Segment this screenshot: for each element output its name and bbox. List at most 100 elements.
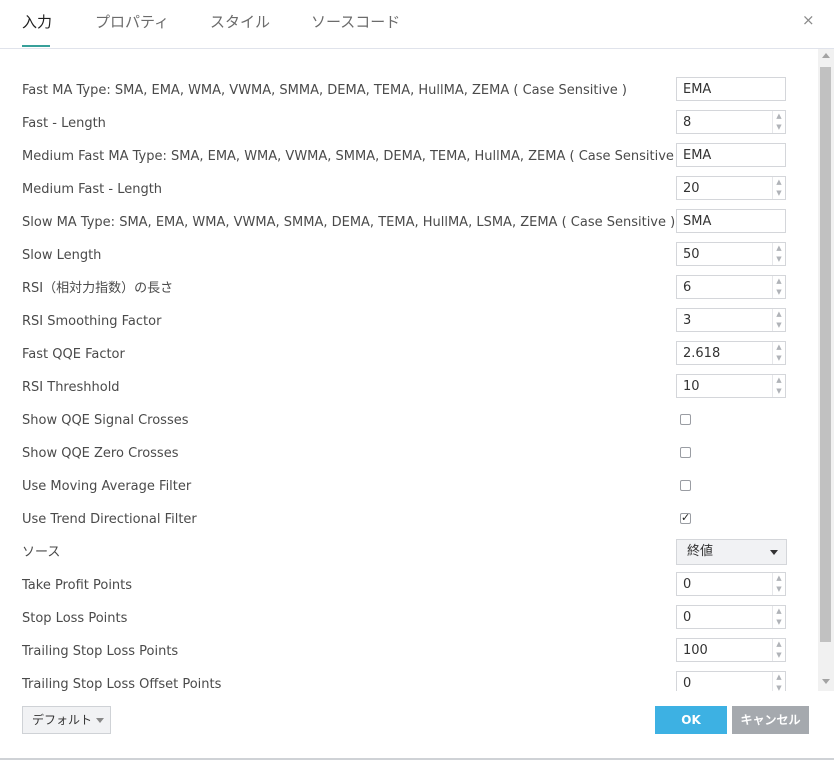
input-value: 0 xyxy=(683,577,692,592)
chevron-down-icon xyxy=(96,718,104,723)
number-stepper[interactable]: ▲ ▼ xyxy=(772,672,785,691)
input-value: 0 xyxy=(683,676,692,691)
cancel-button[interactable]: キャンセル xyxy=(732,706,809,734)
number-input[interactable]: 8 ▲ ▼ xyxy=(676,110,786,134)
scrollbar-thumb[interactable] xyxy=(820,67,831,642)
checkbox[interactable] xyxy=(680,480,691,491)
input-label: Medium Fast MA Type: SMA, EMA, WMA, VWMA… xyxy=(22,149,684,164)
input-value: 50 xyxy=(683,247,700,262)
number-stepper[interactable]: ▲ ▼ xyxy=(772,375,785,397)
scroll-up-icon[interactable] xyxy=(822,53,830,58)
number-stepper[interactable]: ▲ ▼ xyxy=(772,606,785,628)
text-input[interactable]: SMA xyxy=(676,209,786,233)
input-row: Show QQE Signal Crosses xyxy=(0,404,818,437)
stepper-down-icon[interactable]: ▼ xyxy=(773,188,785,199)
number-input[interactable]: 50 ▲ ▼ xyxy=(676,242,786,266)
number-stepper[interactable]: ▲ ▼ xyxy=(772,342,785,364)
input-row: Medium Fast - Length 20 ▲ ▼ xyxy=(0,173,818,206)
stepper-down-icon[interactable]: ▼ xyxy=(773,254,785,265)
number-input[interactable]: 6 ▲ ▼ xyxy=(676,275,786,299)
input-value: 20 xyxy=(683,181,700,196)
input-value: 10 xyxy=(683,379,700,394)
stepper-down-icon[interactable]: ▼ xyxy=(773,122,785,133)
input-row: Slow Length 50 ▲ ▼ xyxy=(0,239,818,272)
input-row: Fast QQE Factor 2.618 ▲ ▼ xyxy=(0,338,818,371)
input-label: RSI Smoothing Factor xyxy=(22,314,162,329)
number-stepper[interactable]: ▲ ▼ xyxy=(772,243,785,265)
input-label: Slow Length xyxy=(22,248,102,263)
number-stepper[interactable]: ▲ ▼ xyxy=(772,177,785,199)
checkbox[interactable] xyxy=(680,447,691,458)
input-value: 2.618 xyxy=(683,346,721,361)
dialog-footer: デフォルト OK キャンセル xyxy=(0,691,834,760)
ok-button[interactable]: OK xyxy=(655,706,727,734)
stepper-up-icon[interactable]: ▲ xyxy=(773,342,785,353)
scroll-down-icon[interactable] xyxy=(822,679,830,684)
input-row: Fast - Length 8 ▲ ▼ xyxy=(0,107,818,140)
input-label: Fast MA Type: SMA, EMA, WMA, VWMA, SMMA,… xyxy=(22,83,628,98)
tab-source-code[interactable]: ソースコード xyxy=(311,12,400,32)
number-stepper[interactable]: ▲ ▼ xyxy=(772,309,785,331)
stepper-down-icon[interactable]: ▼ xyxy=(773,683,785,691)
tab-properties[interactable]: プロパティ xyxy=(95,12,169,32)
number-input[interactable]: 10 ▲ ▼ xyxy=(676,374,786,398)
scrollbar[interactable] xyxy=(818,49,834,691)
stepper-up-icon[interactable]: ▲ xyxy=(773,375,785,386)
stepper-down-icon[interactable]: ▼ xyxy=(773,650,785,661)
source-select[interactable]: 終値 xyxy=(676,539,787,565)
chevron-down-icon xyxy=(770,550,778,555)
number-stepper[interactable]: ▲ ▼ xyxy=(772,639,785,661)
close-icon[interactable]: × xyxy=(802,12,815,28)
input-label: Fast - Length xyxy=(22,116,106,131)
stepper-down-icon[interactable]: ▼ xyxy=(773,386,785,397)
input-row: Medium Fast MA Type: SMA, EMA, WMA, VWMA… xyxy=(0,140,818,173)
input-label: Fast QQE Factor xyxy=(22,347,125,362)
stepper-up-icon[interactable]: ▲ xyxy=(773,111,785,122)
input-row: RSI Smoothing Factor 3 ▲ ▼ xyxy=(0,305,818,338)
number-stepper[interactable]: ▲ ▼ xyxy=(772,573,785,595)
stepper-up-icon[interactable]: ▲ xyxy=(773,243,785,254)
input-label: Stop Loss Points xyxy=(22,611,128,626)
number-stepper[interactable]: ▲ ▼ xyxy=(772,111,785,133)
input-label: Show QQE Signal Crosses xyxy=(22,413,189,428)
number-input[interactable]: 0 ▲ ▼ xyxy=(676,671,786,691)
input-row: Stop Loss Points 0 ▲ ▼ xyxy=(0,602,818,635)
stepper-up-icon[interactable]: ▲ xyxy=(773,309,785,320)
stepper-down-icon[interactable]: ▼ xyxy=(773,584,785,595)
stepper-up-icon[interactable]: ▲ xyxy=(773,573,785,584)
tab-style[interactable]: スタイル xyxy=(210,12,270,32)
stepper-down-icon[interactable]: ▼ xyxy=(773,617,785,628)
stepper-down-icon[interactable]: ▼ xyxy=(773,353,785,364)
check-icon: ✓ xyxy=(681,511,691,524)
number-input[interactable]: 100 ▲ ▼ xyxy=(676,638,786,662)
stepper-up-icon[interactable]: ▲ xyxy=(773,276,785,287)
input-row: Slow MA Type: SMA, EMA, WMA, VWMA, SMMA,… xyxy=(0,206,818,239)
number-input[interactable]: 0 ▲ ▼ xyxy=(676,605,786,629)
checkbox[interactable]: ✓ xyxy=(680,511,691,524)
stepper-up-icon[interactable]: ▲ xyxy=(773,672,785,683)
checkbox[interactable] xyxy=(680,414,691,425)
stepper-up-icon[interactable]: ▲ xyxy=(773,177,785,188)
select-value: 終値 xyxy=(687,544,714,559)
input-value: 8 xyxy=(683,115,692,130)
number-input[interactable]: 20 ▲ ▼ xyxy=(676,176,786,200)
number-input[interactable]: 0 ▲ ▼ xyxy=(676,572,786,596)
input-row: Use Trend Directional Filter ✓ xyxy=(0,503,818,536)
stepper-up-icon[interactable]: ▲ xyxy=(773,639,785,650)
input-row: Take Profit Points 0 ▲ ▼ xyxy=(0,569,818,602)
input-label: Use Trend Directional Filter xyxy=(22,512,197,527)
input-row: Trailing Stop Loss Offset Points 0 ▲ ▼ xyxy=(0,668,818,691)
stepper-up-icon[interactable]: ▲ xyxy=(773,606,785,617)
number-input[interactable]: 2.618 ▲ ▼ xyxy=(676,341,786,365)
tab-inputs[interactable]: 入力 xyxy=(22,12,52,32)
text-input[interactable]: EMA xyxy=(676,143,786,167)
stepper-down-icon[interactable]: ▼ xyxy=(773,320,785,331)
input-value: 6 xyxy=(683,280,692,295)
number-stepper[interactable]: ▲ ▼ xyxy=(772,276,785,298)
input-value: EMA xyxy=(683,148,712,163)
stepper-down-icon[interactable]: ▼ xyxy=(773,287,785,298)
input-row: Fast MA Type: SMA, EMA, WMA, VWMA, SMMA,… xyxy=(0,74,818,107)
text-input[interactable]: EMA xyxy=(676,77,786,101)
number-input[interactable]: 3 ▲ ▼ xyxy=(676,308,786,332)
defaults-button[interactable]: デフォルト xyxy=(22,706,111,734)
